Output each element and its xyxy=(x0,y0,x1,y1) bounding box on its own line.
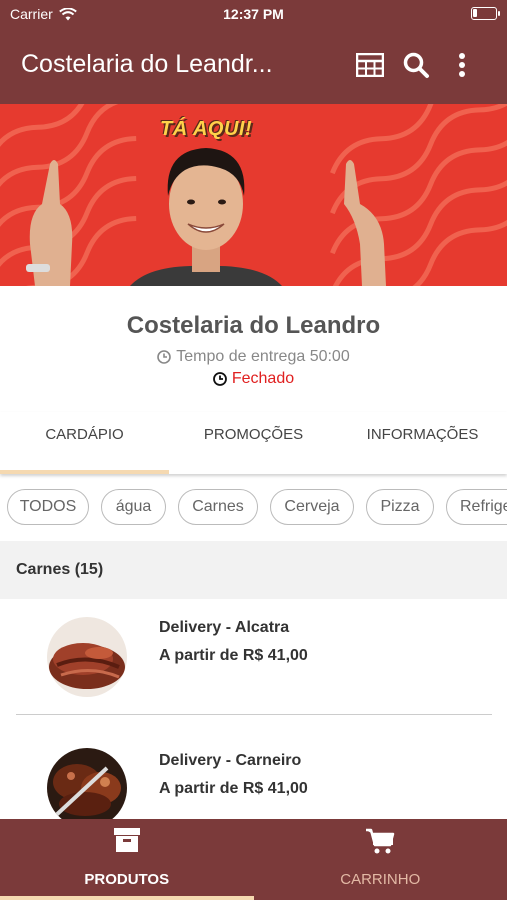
category-filter: TODOS água Carnes Cerveja Pizza Refriger… xyxy=(0,489,507,525)
status-row: Fechado xyxy=(0,370,507,388)
product-image xyxy=(47,748,127,819)
delivery-time-row: Tempo de entrega 50:00 xyxy=(0,348,507,366)
chip-cerveja[interactable]: Cerveja xyxy=(270,489,354,525)
nav-carrinho[interactable]: CARRINHO xyxy=(254,819,507,900)
clock-icon xyxy=(212,372,227,386)
tab-promocoes[interactable]: PROMOÇÕES xyxy=(169,412,338,474)
table-icon[interactable] xyxy=(355,50,385,80)
cart-icon xyxy=(365,827,395,860)
chip-todos[interactable]: TODOS xyxy=(7,489,89,525)
restaurant-info: Costelaria do Leandro Tempo de entrega 5… xyxy=(0,286,507,388)
app-title: Costelaria do Leandr... xyxy=(21,50,273,78)
section-title: Carnes (15) xyxy=(16,561,104,578)
app-bar: Costelaria do Leandr... xyxy=(0,28,507,104)
status-bar: Carrier 12:37 PM xyxy=(0,0,507,28)
product-price: A partir de R$ 41,00 xyxy=(159,780,308,797)
delivery-time: Tempo de entrega 50:00 xyxy=(176,348,350,365)
open-status: Fechado xyxy=(231,370,295,387)
menu-tabs: CARDÁPIO PROMOÇÕES INFORMAÇÕES xyxy=(0,412,507,474)
product-item[interactable]: Delivery - Alcatra A partir de R$ 41,00 xyxy=(0,600,507,714)
nav-label: CARRINHO xyxy=(340,871,421,888)
more-vert-icon[interactable] xyxy=(447,50,477,80)
bottom-navigation: PRODUTOS CARRINHO xyxy=(0,819,507,900)
search-icon[interactable] xyxy=(401,50,431,80)
app-bar-actions xyxy=(355,50,477,80)
product-name: Delivery - Carneiro xyxy=(159,752,302,769)
chip-carnes[interactable]: Carnes xyxy=(178,489,258,525)
nav-label: PRODUTOS xyxy=(84,871,170,888)
clock-icon xyxy=(157,350,172,364)
tab-informacoes[interactable]: INFORMAÇÕES xyxy=(338,412,507,474)
restaurant-banner: TÁ AQUI! xyxy=(0,104,507,286)
product-name: Delivery - Alcatra xyxy=(159,619,290,636)
battery-level xyxy=(473,9,477,17)
clock: 12:37 PM xyxy=(223,6,284,22)
banner-image xyxy=(0,104,507,286)
chip-agua[interactable]: água xyxy=(101,489,166,525)
archive-box-icon xyxy=(113,827,141,858)
product-image xyxy=(47,617,127,697)
chip-refrigerante[interactable]: Refrigerante xyxy=(446,489,507,525)
restaurant-name: Costelaria do Leandro xyxy=(126,312,381,339)
nav-produtos[interactable]: PRODUTOS xyxy=(0,819,254,900)
product-price: A partir de R$ 41,00 xyxy=(159,647,308,664)
chip-pizza[interactable]: Pizza xyxy=(366,489,434,525)
battery-icon xyxy=(471,7,500,20)
tab-cardapio[interactable]: CARDÁPIO xyxy=(0,412,169,474)
banner-caption: TÁ AQUI! xyxy=(160,118,253,140)
category-section-header: Carnes (15) xyxy=(0,541,507,599)
product-item[interactable]: Delivery - Carneiro A partir de R$ 41,00 xyxy=(0,715,507,819)
